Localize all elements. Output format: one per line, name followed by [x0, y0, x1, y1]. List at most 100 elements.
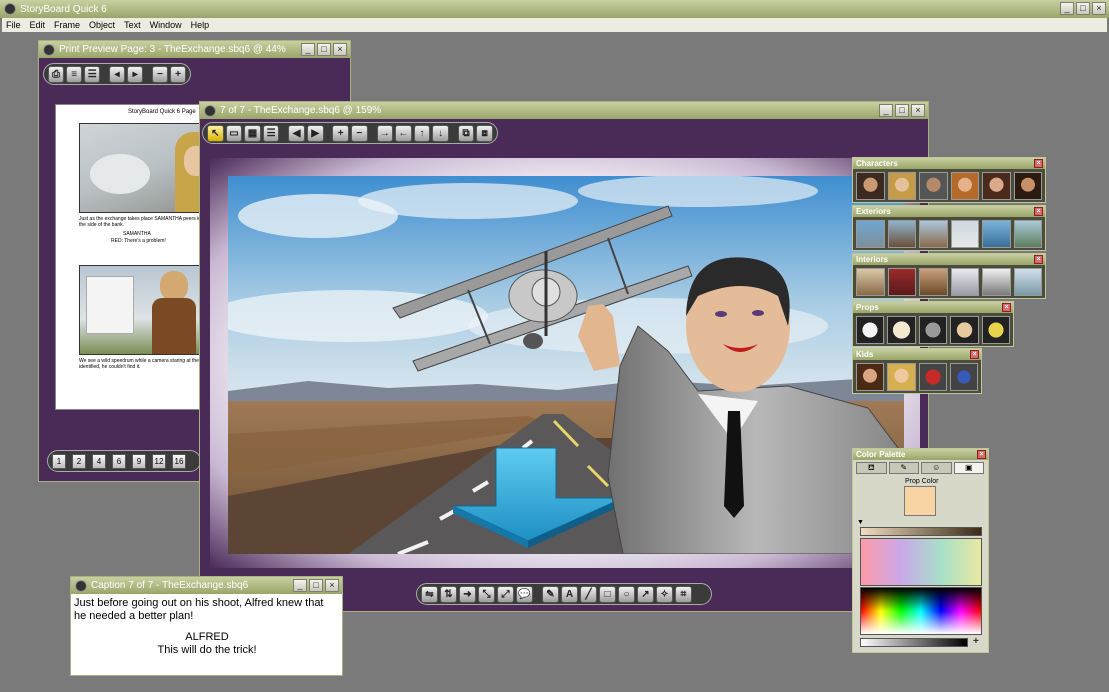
arrow-tool-icon[interactable]: ↗ — [637, 585, 654, 603]
kid-thumb[interactable] — [949, 363, 978, 391]
delete-frame-icon[interactable]: − — [351, 124, 368, 142]
close-icon[interactable]: × — [1034, 207, 1043, 216]
pp-maximize-button[interactable]: □ — [317, 43, 331, 56]
move-down-icon[interactable]: ↓ — [432, 124, 449, 142]
single-frame-icon[interactable]: ▭ — [225, 124, 243, 142]
magic-tool-icon[interactable]: ✧ — [656, 585, 673, 603]
zoom-in-icon[interactable]: + — [169, 65, 187, 83]
menu-object[interactable]: Object — [89, 20, 115, 30]
interior-thumb[interactable] — [1013, 268, 1042, 296]
page-button-4[interactable]: 4 — [92, 453, 106, 469]
kid-thumb[interactable] — [887, 363, 916, 391]
close-icon[interactable]: × — [1002, 303, 1011, 312]
add-color-icon[interactable]: + — [973, 636, 979, 647]
close-icon[interactable]: × — [1034, 255, 1043, 264]
exterior-thumb[interactable] — [982, 220, 1011, 248]
prev-page-icon[interactable]: ◂ — [108, 65, 126, 83]
character-thumb[interactable] — [982, 172, 1011, 200]
gray-strip[interactable] — [860, 638, 968, 647]
prev-frame-icon[interactable]: ◀ — [288, 124, 305, 142]
menu-frame[interactable]: Frame — [54, 20, 80, 30]
prop-thumb[interactable] — [887, 316, 916, 344]
dropdown-arrow-icon[interactable]: ▼ — [857, 519, 864, 526]
kid-thumb[interactable] — [918, 363, 947, 391]
pen-color-icon[interactable]: ✎ — [888, 462, 919, 474]
character-thumb[interactable] — [919, 172, 948, 200]
interior-thumb[interactable] — [856, 268, 885, 296]
prop-thumb[interactable] — [950, 316, 979, 344]
menu-window[interactable]: Window — [150, 20, 182, 30]
pointer-icon[interactable]: ↖ — [207, 124, 224, 142]
page-button-2[interactable]: 2 — [72, 453, 86, 469]
interior-thumb[interactable] — [919, 268, 948, 296]
speech-bubble-icon[interactable]: 💬 — [516, 585, 533, 603]
crop-tool-icon[interactable]: ⌗ — [675, 585, 692, 603]
print-icon[interactable]: ⎙ — [48, 65, 65, 83]
menu-edit[interactable]: Edit — [30, 20, 46, 30]
face-color-icon[interactable]: ☺ — [921, 462, 952, 474]
page-button-6[interactable]: 6 — [112, 453, 126, 469]
pp-minimize-button[interactable]: _ — [301, 43, 315, 56]
prop-color-icon[interactable]: ▣ — [953, 462, 984, 474]
interior-thumb[interactable] — [887, 268, 916, 296]
page-button-1[interactable]: 1 — [52, 453, 66, 469]
caption-text-area[interactable]: Just before going out on his shoot, Alfr… — [74, 597, 340, 673]
frame-minimize-button[interactable]: _ — [879, 104, 893, 117]
hue-strip[interactable] — [860, 527, 982, 536]
maximize-button[interactable]: □ — [1076, 2, 1090, 15]
menu-file[interactable]: File — [6, 20, 21, 30]
page-button-9[interactable]: 9 — [132, 453, 146, 469]
interior-thumb[interactable] — [982, 268, 1011, 296]
interior-thumb[interactable] — [950, 268, 979, 296]
menu-help[interactable]: Help — [191, 20, 210, 30]
move-left-icon[interactable]: ← — [395, 124, 412, 142]
move-object-icon[interactable]: ➜ — [459, 585, 476, 603]
zoom-out-icon[interactable]: − — [151, 65, 168, 83]
list-view-icon[interactable]: ☰ — [262, 124, 280, 142]
close-icon[interactable]: × — [977, 450, 986, 459]
move-up-icon[interactable]: ↑ — [413, 124, 431, 142]
rectangle-tool-icon[interactable]: □ — [599, 585, 616, 603]
prop-thumb[interactable] — [856, 316, 885, 344]
caption-maximize-button[interactable]: □ — [309, 579, 323, 592]
next-page-icon[interactable]: ▸ — [127, 65, 144, 83]
exterior-thumb[interactable] — [919, 220, 948, 248]
exterior-thumb[interactable] — [887, 220, 916, 248]
page-layout-icon[interactable]: ≡ — [66, 65, 83, 83]
exterior-thumb[interactable] — [856, 220, 885, 248]
page-button-12[interactable]: 12 — [152, 453, 166, 469]
ellipse-tool-icon[interactable]: ○ — [618, 585, 635, 603]
exterior-thumb[interactable] — [1013, 220, 1042, 248]
caption-minimize-button[interactable]: _ — [293, 579, 307, 592]
character-thumb[interactable] — [1013, 172, 1042, 200]
pp-close-button[interactable]: × — [333, 43, 347, 56]
prop-thumb[interactable] — [981, 316, 1011, 344]
frame-maximize-button[interactable]: □ — [895, 104, 909, 117]
enlarge-icon[interactable]: ⤢ — [497, 585, 514, 603]
tint-gradient[interactable] — [860, 538, 982, 586]
exterior-thumb[interactable] — [950, 220, 979, 248]
close-icon[interactable]: × — [970, 350, 979, 359]
kid-thumb[interactable] — [856, 363, 885, 391]
grid-view-icon[interactable]: ▦ — [244, 124, 261, 142]
flip-vertical-icon[interactable]: ⇅ — [440, 585, 457, 603]
pen-icon[interactable]: ✎ — [542, 585, 559, 603]
scene-canvas[interactable] — [228, 176, 904, 554]
shrink-icon[interactable]: ⤡ — [478, 585, 495, 603]
flip-horizontal-icon[interactable]: ⇋ — [421, 585, 438, 603]
character-thumb[interactable] — [887, 172, 916, 200]
line-tool-icon[interactable]: ╱ — [580, 585, 597, 603]
character-thumb[interactable] — [950, 172, 979, 200]
next-frame-icon[interactable]: ▶ — [306, 124, 324, 142]
send-backward-icon[interactable]: ⧈ — [476, 124, 494, 142]
fill-bucket-icon[interactable]: ⛾ — [856, 462, 887, 474]
frame-close-button[interactable]: × — [911, 104, 925, 117]
close-button[interactable]: × — [1092, 2, 1106, 15]
menu-text[interactable]: Text — [124, 20, 141, 30]
close-icon[interactable]: × — [1034, 159, 1043, 168]
prop-thumb[interactable] — [918, 316, 948, 344]
spectrum-picker[interactable] — [860, 587, 982, 635]
text-tool-icon[interactable]: A — [561, 585, 578, 603]
move-right-icon[interactable]: → — [376, 124, 394, 142]
page-button-16[interactable]: 16 — [172, 453, 186, 469]
